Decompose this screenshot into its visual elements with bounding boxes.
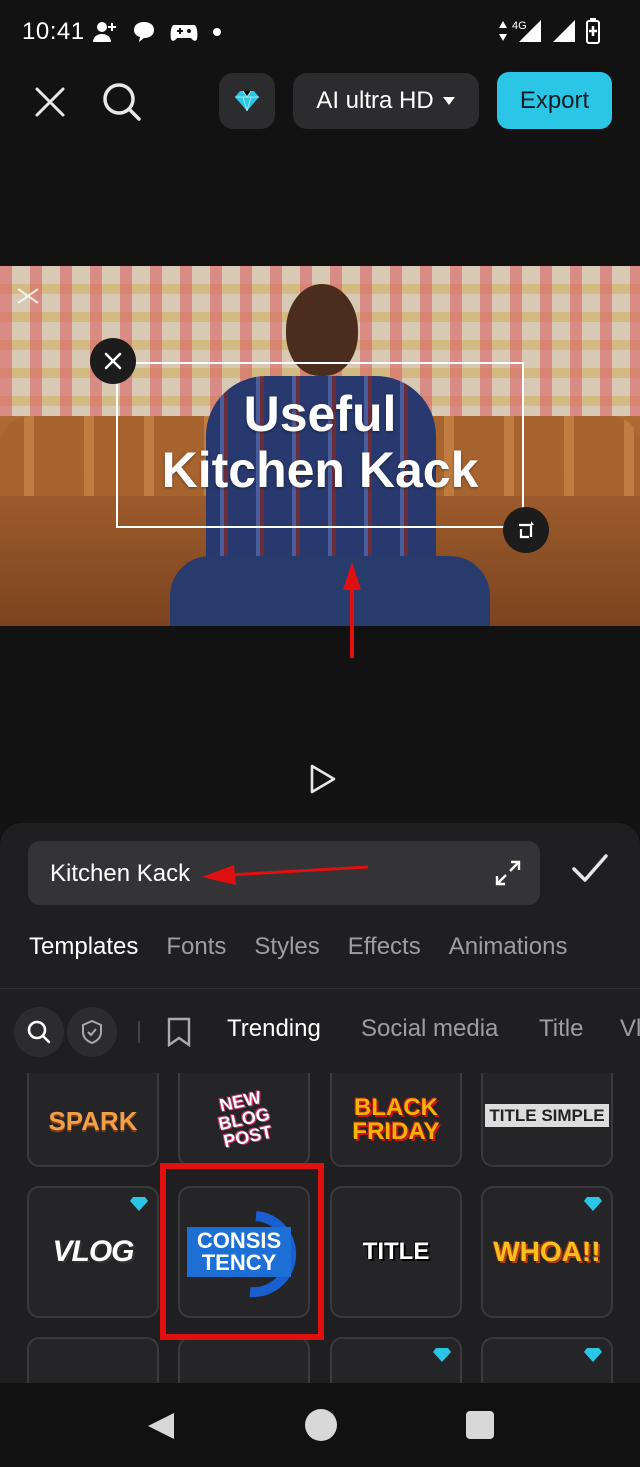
home-circle-icon[interactable] [305, 1409, 337, 1441]
template-label: SPARK [48, 1106, 138, 1136]
template-row3-4[interactable] [481, 1337, 613, 1383]
resolution-dropdown[interactable]: AI ultra HD [293, 73, 479, 129]
search-icon [27, 1020, 51, 1044]
editor-tabs: Templates Fonts Styles Effects Animation… [0, 923, 640, 989]
premium-button[interactable] [219, 73, 275, 129]
notification-icons [92, 20, 222, 44]
template-label: TITLE SIMPLE [485, 1103, 609, 1127]
editor-top-bar: AI ultra HD Export [0, 66, 640, 136]
chat-bubble-icon [134, 22, 154, 42]
overlay-line-2: Kitchen Kack [161, 442, 479, 498]
expand-icon[interactable] [494, 859, 522, 887]
template-new-blog-post[interactable]: NEW BLOG POST [178, 1073, 310, 1167]
bookmark-icon[interactable] [166, 1017, 192, 1047]
template-title-simple[interactable]: TITLE SIMPLE [481, 1073, 613, 1167]
play-icon [310, 764, 336, 794]
brand-safe-button[interactable] [67, 1007, 117, 1057]
status-bar: 10:41 4G [0, 0, 640, 64]
search-icon [103, 83, 141, 121]
confirm-button[interactable] [568, 847, 612, 891]
template-label: WHOA!! [493, 1236, 601, 1267]
video-preview[interactable]: Useful Kitchen Kack [0, 266, 640, 626]
checkmark-icon [572, 854, 608, 882]
signal-icon [553, 20, 575, 42]
shield-check-icon [82, 1019, 102, 1045]
annotation-arrow-left [202, 865, 369, 885]
resolution-label: AI ultra HD [316, 87, 434, 114]
premium-diamond-icon [433, 1348, 451, 1362]
play-button[interactable] [304, 762, 338, 796]
template-label: BLACK FRIDAY [352, 1094, 440, 1145]
chip-vlog[interactable]: Vl [620, 1015, 640, 1043]
export-button[interactable]: Export [497, 72, 612, 129]
premium-diamond-icon [584, 1197, 602, 1211]
template-label: TITLE [362, 1238, 430, 1265]
template-spark[interactable]: SPARK [27, 1073, 159, 1167]
person-legs [170, 556, 490, 626]
back-triangle-icon[interactable] [146, 1411, 176, 1441]
search-button[interactable] [100, 80, 144, 124]
battery-icon [586, 18, 600, 44]
signal-icon [519, 20, 541, 42]
recents-square-icon[interactable] [466, 1411, 494, 1439]
chip-title[interactable]: Title [539, 1015, 583, 1043]
game-controller-icon [170, 25, 198, 41]
close-icon [35, 87, 65, 117]
close-button[interactable] [30, 82, 70, 122]
template-vlog[interactable]: VLOG [27, 1186, 159, 1318]
caret-down-icon [442, 97, 455, 105]
text-input-value: Kitchen Kack [50, 860, 191, 887]
system-icons [498, 18, 600, 44]
rotate-icon [519, 521, 534, 539]
tab-fonts[interactable]: Fonts [152, 923, 240, 988]
template-label: NEW BLOG POST [216, 1087, 274, 1152]
data-arrows-icon [499, 21, 507, 41]
status-time: 10:41 [22, 18, 85, 45]
dot-icon [213, 28, 221, 36]
capcut-watermark-icon [17, 288, 39, 304]
template-row3-2[interactable] [178, 1337, 310, 1383]
close-icon [104, 352, 122, 370]
annotation-highlight-box [160, 1163, 324, 1340]
template-black-friday[interactable]: BLACK FRIDAY [330, 1073, 462, 1167]
tab-styles[interactable]: Styles [240, 923, 333, 988]
template-label: VLOG [52, 1235, 134, 1268]
person-add-icon [93, 22, 116, 42]
chip-trending[interactable]: Trending [227, 1015, 321, 1043]
template-title[interactable]: TITLE [330, 1186, 462, 1318]
tab-animations[interactable]: Animations [435, 923, 582, 988]
remove-text-button[interactable] [90, 338, 136, 384]
filter-divider [138, 1021, 140, 1043]
template-search-button[interactable] [14, 1007, 64, 1057]
template-filters: Trending Social media Title Vl [0, 1003, 640, 1063]
rotate-scale-handle[interactable] [503, 507, 549, 553]
tab-templates[interactable]: Templates [0, 923, 152, 988]
system-nav-bar [0, 1383, 640, 1467]
premium-diamond-icon [130, 1197, 148, 1211]
template-grid: SPARK NEW BLOG POST BLACK FRIDAY TITLE S… [27, 1073, 627, 1383]
diamond-icon [235, 90, 259, 112]
overlay-text[interactable]: Useful Kitchen Kack [116, 386, 524, 498]
premium-diamond-icon [584, 1348, 602, 1362]
template-row3-3[interactable] [330, 1337, 462, 1383]
template-whoa[interactable]: WHOA!! [481, 1186, 613, 1318]
annotation-arrow-up [343, 562, 361, 658]
tab-effects[interactable]: Effects [334, 923, 435, 988]
template-row3-1[interactable] [27, 1337, 159, 1383]
chip-social-media[interactable]: Social media [361, 1015, 498, 1043]
overlay-line-1: Useful [243, 386, 397, 442]
